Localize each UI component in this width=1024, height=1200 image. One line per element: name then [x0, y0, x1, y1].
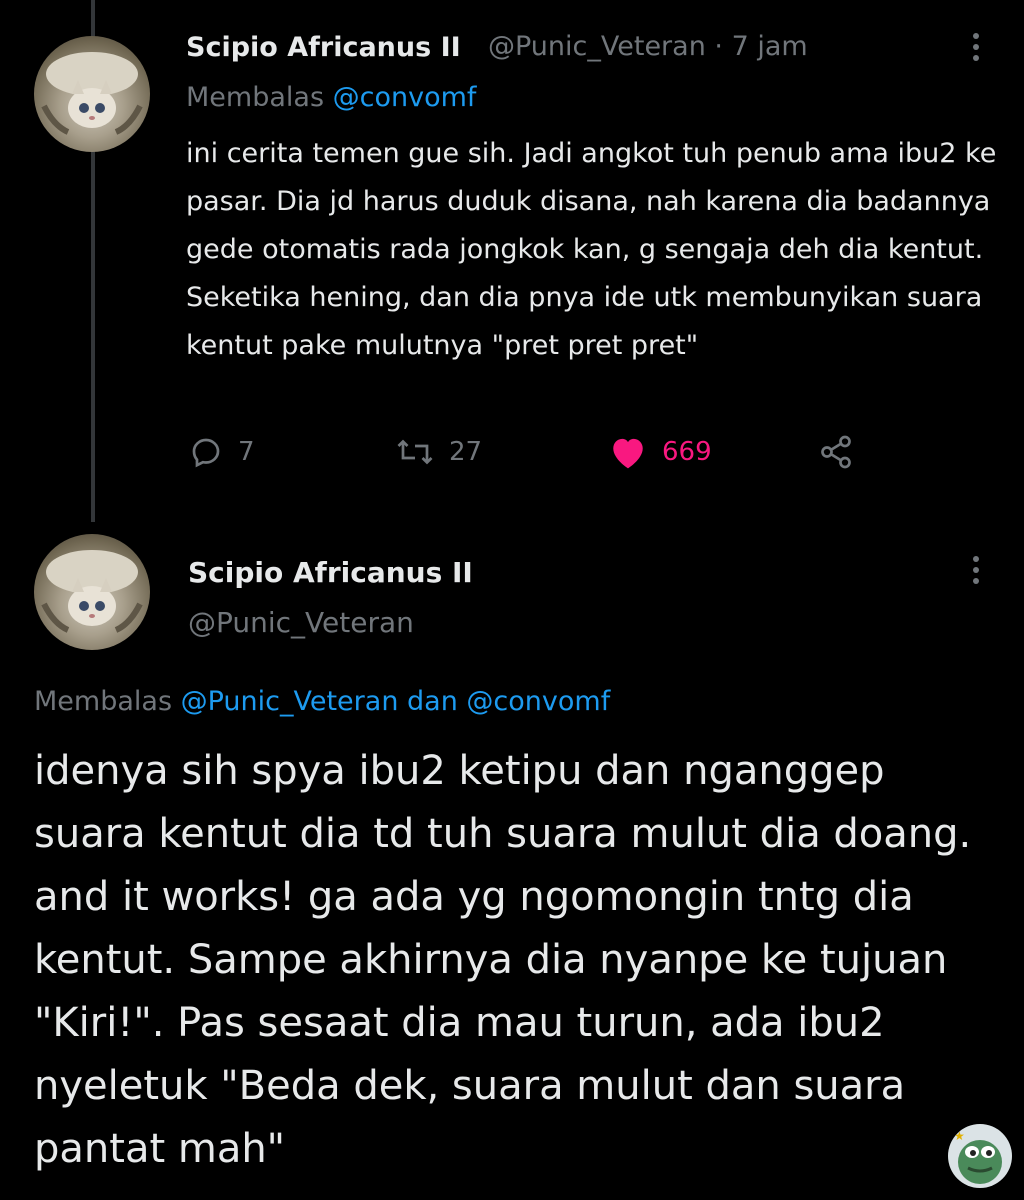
share-icon: [821, 435, 851, 469]
more-options-icon[interactable]: [973, 33, 979, 66]
replying-prefix: Membalas: [34, 686, 173, 717]
reply-icon: [192, 438, 220, 468]
display-name[interactable]: Scipio Africanus II: [186, 32, 461, 63]
handle[interactable]: @Punic_Veteran: [188, 606, 414, 639]
mention-link[interactable]: @convomf: [466, 686, 610, 717]
cat-avatar-icon: [41, 550, 143, 633]
like-heart-icon: [613, 438, 643, 469]
replying-prefix: Membalas: [186, 82, 325, 113]
replying-to: Membalas @Punic_Veteran dan @convomf: [34, 686, 610, 717]
reply-count: 7: [238, 437, 255, 467]
handle[interactable]: @Punic_Veteran: [488, 31, 706, 62]
retweet-icon: [397, 439, 433, 465]
share-button[interactable]: [816, 434, 870, 470]
avatar[interactable]: [34, 36, 150, 152]
separator-dot: ·: [714, 31, 724, 62]
replying-conjunction: dan: [407, 686, 458, 717]
tweet-actions: 7 27 669: [0, 430, 1024, 478]
tweet-text: ini cerita temen gue sih. Jadi angkot tu…: [186, 138, 997, 361]
frog-sticker-icon: ★: [948, 1124, 1012, 1188]
retweet-count: 27: [449, 437, 483, 467]
cat-avatar-icon: [41, 52, 143, 135]
tweet-text: idenya sih spya ibu2 ketipu dan nganggep…: [34, 748, 972, 1172]
replying-to: Membalas @convomf: [186, 82, 476, 113]
display-name[interactable]: Scipio Africanus II: [188, 556, 473, 589]
avatar[interactable]: [34, 534, 150, 650]
retweet-button[interactable]: 27: [395, 434, 482, 470]
mention-link[interactable]: @Punic_Veteran: [181, 686, 399, 717]
mention-link[interactable]: @convomf: [333, 82, 477, 113]
more-options-icon[interactable]: [973, 556, 979, 589]
tweet-meta: @Punic_Veteran · 7 jam: [488, 31, 808, 62]
like-count: 669: [662, 437, 712, 467]
timestamp[interactable]: 7 jam: [732, 31, 808, 62]
reply-button[interactable]: 7: [188, 434, 255, 470]
like-button[interactable]: 669: [608, 434, 712, 470]
